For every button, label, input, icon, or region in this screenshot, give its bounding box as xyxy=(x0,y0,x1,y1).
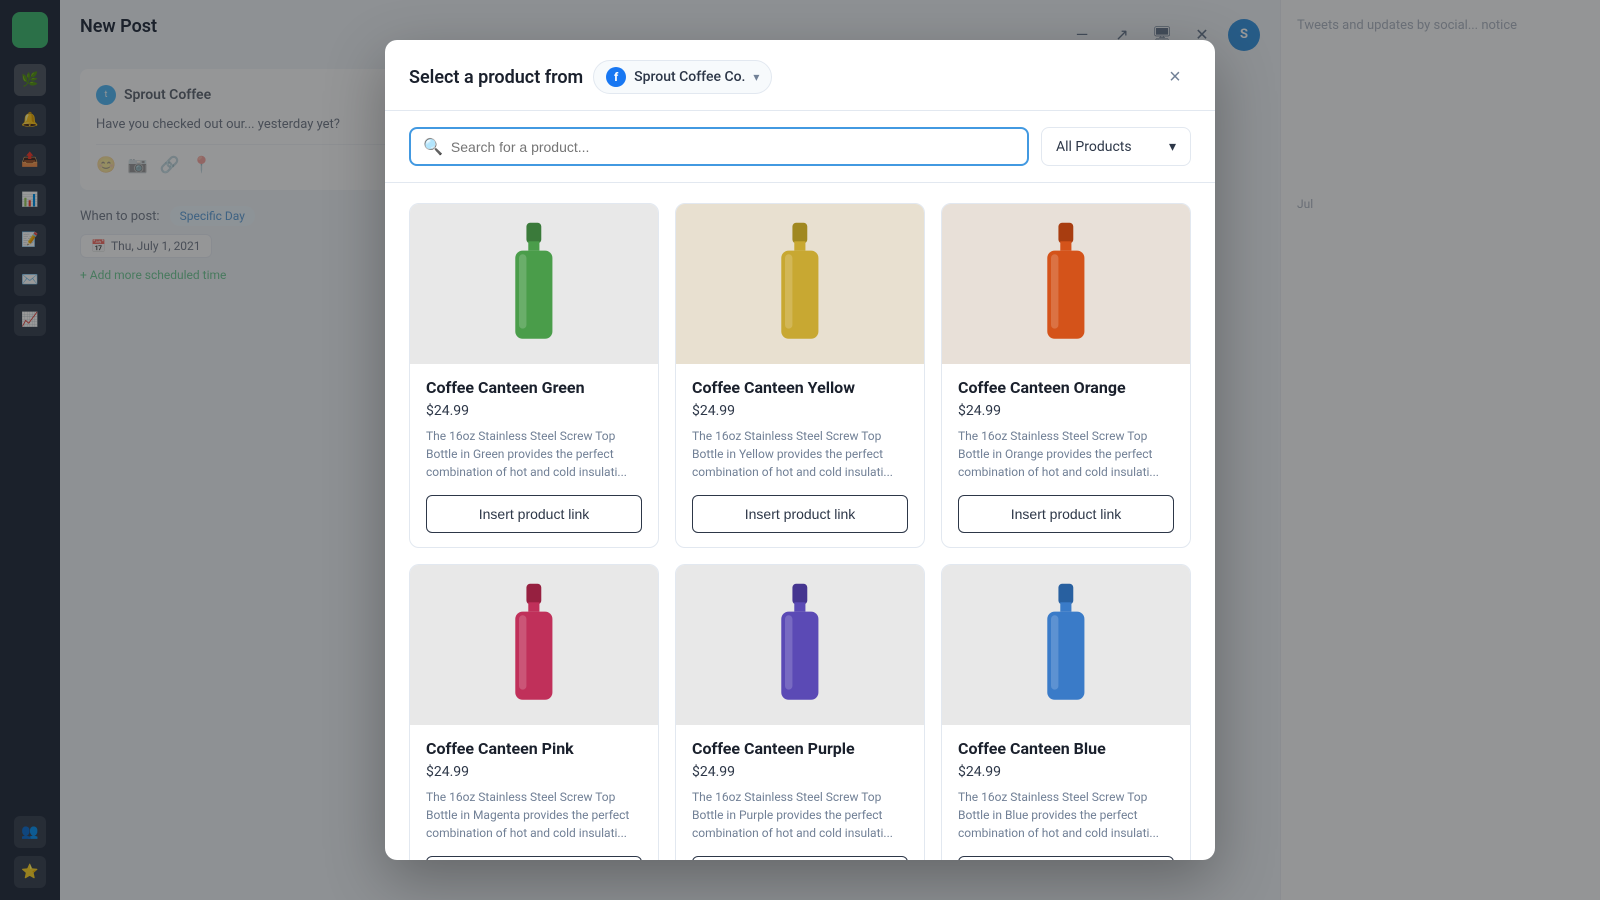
modal-overlay[interactable]: Select a product from f Sprout Coffee Co… xyxy=(0,0,1600,900)
product-description-3: The 16oz Stainless Steel Screw Top Bottl… xyxy=(958,427,1174,481)
insert-product-link-button-6[interactable]: Insert product link xyxy=(958,856,1174,860)
product-card-4: Coffee Canteen Pink $24.99 The 16oz Stai… xyxy=(409,564,659,860)
products-grid: Coffee Canteen Green $24.99 The 16oz Sta… xyxy=(409,203,1191,860)
modal-body: Coffee Canteen Green $24.99 The 16oz Sta… xyxy=(385,183,1215,860)
product-price-5: $24.99 xyxy=(692,764,908,780)
modal-search-area: 🔍 All Products ▾ xyxy=(385,111,1215,183)
product-card-6: Coffee Canteen Blue $24.99 The 16oz Stai… xyxy=(941,564,1191,860)
product-description-2: The 16oz Stainless Steel Screw Top Bottl… xyxy=(692,427,908,481)
product-info-5: Coffee Canteen Purple $24.99 The 16oz St… xyxy=(676,725,924,860)
search-box: 🔍 xyxy=(409,127,1029,166)
product-image-1 xyxy=(410,204,658,364)
bottle-svg-6 xyxy=(1038,580,1094,710)
product-name-6: Coffee Canteen Blue xyxy=(958,739,1174,758)
bottle-svg-5 xyxy=(772,580,828,710)
modal-title-area: Select a product from f Sprout Coffee Co… xyxy=(409,60,772,94)
product-info-1: Coffee Canteen Green $24.99 The 16oz Sta… xyxy=(410,364,658,547)
product-image-2 xyxy=(676,204,924,364)
bottle-svg-1 xyxy=(506,219,562,349)
product-info-2: Coffee Canteen Yellow $24.99 The 16oz St… xyxy=(676,364,924,547)
product-image-4 xyxy=(410,565,658,725)
product-description-6: The 16oz Stainless Steel Screw Top Bottl… xyxy=(958,788,1174,842)
search-icon: 🔍 xyxy=(423,137,443,156)
store-name: Sprout Coffee Co. xyxy=(634,69,745,85)
modal-header: Select a product from f Sprout Coffee Co… xyxy=(385,40,1215,111)
product-info-3: Coffee Canteen Orange $24.99 The 16oz St… xyxy=(942,364,1190,547)
insert-product-link-button-3[interactable]: Insert product link xyxy=(958,495,1174,533)
product-price-3: $24.99 xyxy=(958,403,1174,419)
store-selector[interactable]: f Sprout Coffee Co. ▾ xyxy=(593,60,772,94)
product-description-5: The 16oz Stainless Steel Screw Top Bottl… xyxy=(692,788,908,842)
bottle-svg-4 xyxy=(506,580,562,710)
product-description-1: The 16oz Stainless Steel Screw Top Bottl… xyxy=(426,427,642,481)
product-modal: Select a product from f Sprout Coffee Co… xyxy=(385,40,1215,860)
product-description-4: The 16oz Stainless Steel Screw Top Bottl… xyxy=(426,788,642,842)
product-name-2: Coffee Canteen Yellow xyxy=(692,378,908,397)
product-card-3: Coffee Canteen Orange $24.99 The 16oz St… xyxy=(941,203,1191,548)
product-price-6: $24.99 xyxy=(958,764,1174,780)
product-card-5: Coffee Canteen Purple $24.99 The 16oz St… xyxy=(675,564,925,860)
product-info-6: Coffee Canteen Blue $24.99 The 16oz Stai… xyxy=(942,725,1190,860)
product-price-1: $24.99 xyxy=(426,403,642,419)
product-price-2: $24.99 xyxy=(692,403,908,419)
bottle-svg-2 xyxy=(772,219,828,349)
product-price-4: $24.99 xyxy=(426,764,642,780)
product-name-1: Coffee Canteen Green xyxy=(426,378,642,397)
facebook-icon: f xyxy=(606,67,626,87)
insert-product-link-button-2[interactable]: Insert product link xyxy=(692,495,908,533)
product-card-1: Coffee Canteen Green $24.99 The 16oz Sta… xyxy=(409,203,659,548)
product-image-5 xyxy=(676,565,924,725)
filter-dropdown[interactable]: All Products ▾ xyxy=(1041,127,1191,166)
product-info-4: Coffee Canteen Pink $24.99 The 16oz Stai… xyxy=(410,725,658,860)
modal-close-button[interactable]: × xyxy=(1159,61,1191,93)
product-card-2: Coffee Canteen Yellow $24.99 The 16oz St… xyxy=(675,203,925,548)
search-input[interactable] xyxy=(451,139,1015,155)
filter-chevron-icon: ▾ xyxy=(1169,139,1176,155)
product-image-6 xyxy=(942,565,1190,725)
modal-title: Select a product from xyxy=(409,67,583,88)
insert-product-link-button-5[interactable]: Insert product link xyxy=(692,856,908,860)
product-image-3 xyxy=(942,204,1190,364)
chevron-down-icon: ▾ xyxy=(753,70,759,84)
product-name-3: Coffee Canteen Orange xyxy=(958,378,1174,397)
insert-product-link-button-4[interactable]: Insert product link xyxy=(426,856,642,860)
product-name-4: Coffee Canteen Pink xyxy=(426,739,642,758)
filter-label: All Products xyxy=(1056,139,1132,155)
bottle-svg-3 xyxy=(1038,219,1094,349)
insert-product-link-button-1[interactable]: Insert product link xyxy=(426,495,642,533)
product-name-5: Coffee Canteen Purple xyxy=(692,739,908,758)
